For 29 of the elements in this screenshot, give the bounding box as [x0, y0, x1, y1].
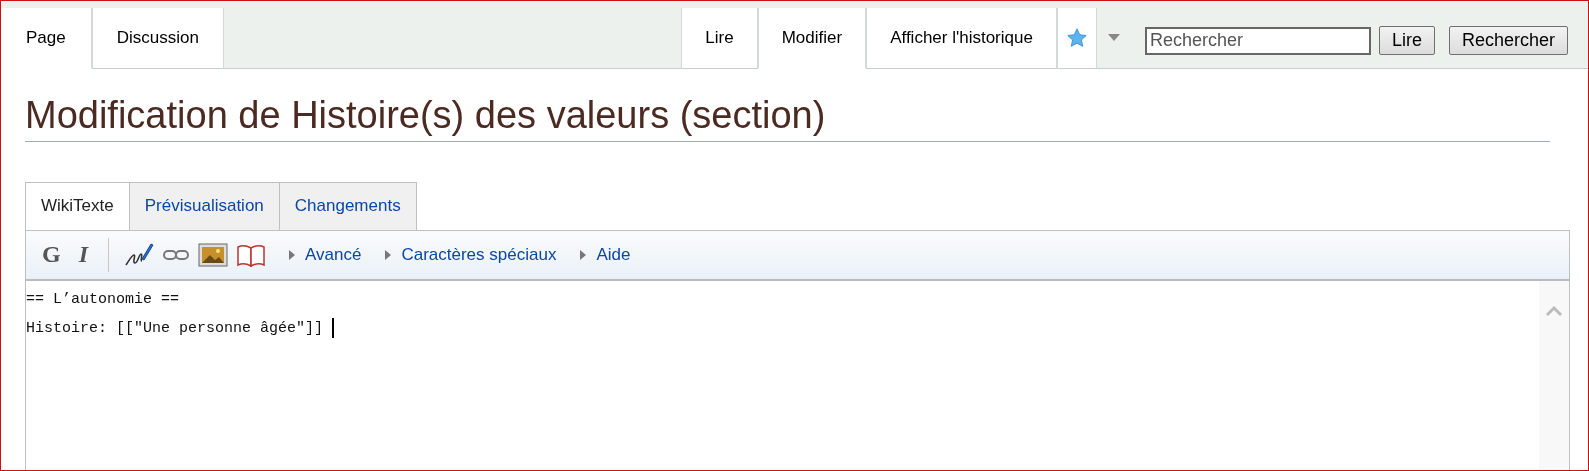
view-tab[interactable]: Lire — [681, 8, 758, 69]
editor-tab[interactable]: WikiTexte — [25, 181, 130, 230]
triangle-icon — [580, 249, 587, 260]
star-icon — [1065, 27, 1088, 49]
search-button[interactable]: Rechercher — [1448, 26, 1568, 55]
italic-button[interactable]: I — [72, 241, 94, 269]
toolbar-section-link[interactable]: Aide — [578, 244, 633, 265]
triangle-icon — [289, 249, 295, 260]
text-area[interactable]: == L’autonomie == Histoire: [["Une personne âgée"]] — [25, 280, 1570, 470]
toolbar-section-link[interactable]: Avancé — [287, 244, 364, 265]
triangle-icon — [385, 249, 392, 260]
book-icon[interactable] — [236, 242, 266, 267]
search-button[interactable]: Lire — [1378, 26, 1435, 55]
editor-tab[interactable]: Changements — [279, 181, 417, 230]
caret-icon — [1107, 34, 1120, 42]
watch-button[interactable] — [1056, 8, 1097, 69]
page-tab[interactable]: Discussion — [91, 8, 224, 69]
bold-button[interactable]: G — [36, 241, 67, 269]
page-title: Modification de Histoire(s) des valeurs (section) — [25, 93, 1550, 142]
text-line: == L’autonomie == — [26, 289, 180, 310]
image-icon[interactable] — [198, 242, 228, 267]
view-tab[interactable]: Modifier — [757, 8, 867, 69]
text-line: Histoire: [["Une personne âgée"]] — [26, 313, 335, 343]
page-tab[interactable]: Page — [1, 8, 92, 69]
toolbar-section-link[interactable]: Caractères spéciaux — [383, 244, 559, 265]
search-field[interactable]: Rechercher — [1144, 26, 1371, 55]
scrollbar[interactable] — [1539, 280, 1569, 470]
view-tab[interactable]: Afficher l'historique — [866, 8, 1057, 69]
editor-tab[interactable]: Prévisualisation — [129, 181, 280, 230]
